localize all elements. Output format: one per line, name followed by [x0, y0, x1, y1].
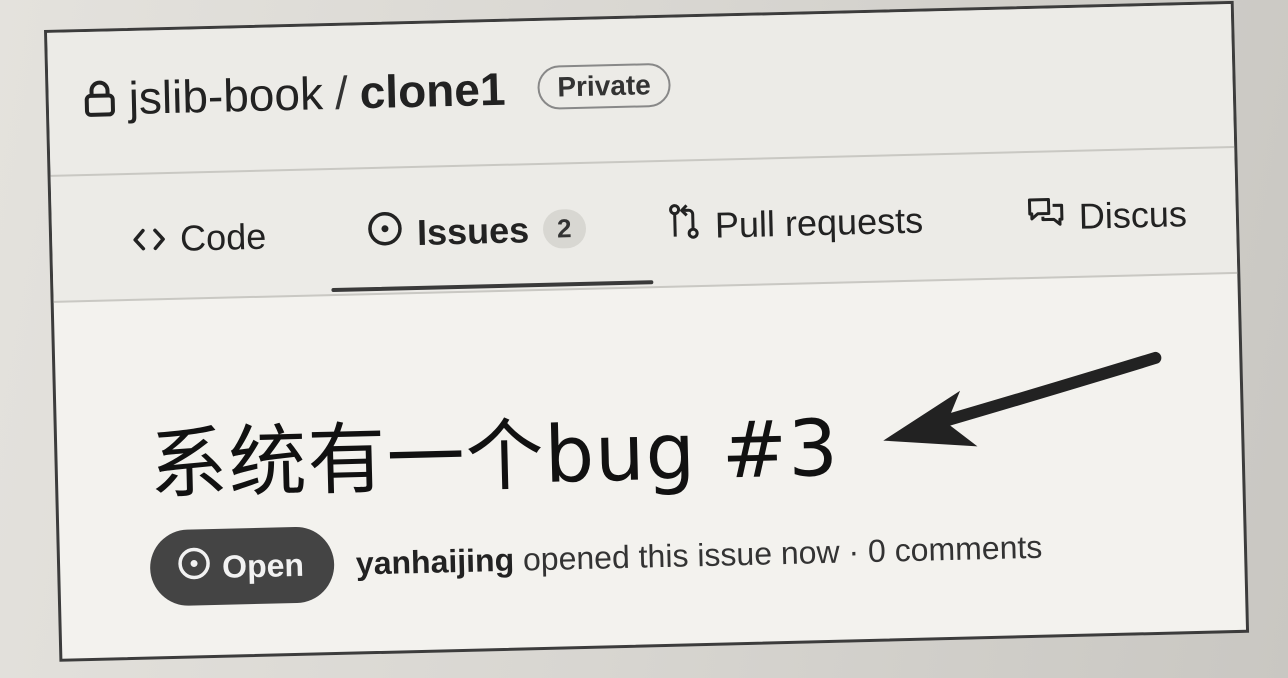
tab-discussions[interactable]: Discus: [1026, 182, 1188, 249]
issue-opened-info: yanhaijing opened this issue now · 0 com…: [355, 528, 1042, 582]
tab-issues[interactable]: Issues 2: [366, 194, 667, 266]
issue-title: 系统有一个bug #3: [148, 403, 840, 511]
visibility-badge: Private: [536, 62, 672, 110]
tab-issues-label: Issues: [416, 208, 530, 253]
repo-nav-tabs: Code Issues 2 Pull requests Discus: [131, 180, 1187, 273]
code-icon: [132, 218, 167, 261]
issue-open-icon: [176, 545, 213, 590]
issue-meta: Open yanhaijing opened this issue now · …: [149, 509, 1043, 607]
issues-count-badge: 2: [542, 208, 587, 249]
issue-opened-icon: [367, 210, 404, 256]
tab-code[interactable]: Code: [131, 203, 367, 271]
repo-name-link[interactable]: clone1: [359, 62, 506, 120]
header-divider: [50, 145, 1235, 177]
repo-owner-link[interactable]: jslib-book: [128, 66, 324, 125]
github-issue-panel: jslib-book / clone1 Private Code Issues …: [44, 0, 1250, 662]
issue-state-badge: Open: [149, 526, 335, 607]
tab-pull-requests[interactable]: Pull requests: [666, 184, 1028, 260]
tab-discussions-label: Discus: [1078, 192, 1188, 237]
repo-separator: /: [334, 66, 349, 119]
tab-code-label: Code: [179, 215, 267, 259]
discussions-icon: [1026, 195, 1065, 239]
issue-state-label: Open: [221, 546, 305, 585]
lock-icon: [82, 79, 117, 118]
issue-opened-text: opened this issue now · 0 comments: [522, 528, 1043, 577]
repo-title: jslib-book / clone1 Private: [82, 58, 672, 126]
tab-pull-requests-label: Pull requests: [714, 199, 924, 246]
annotation-arrow: [883, 351, 1162, 447]
issue-author-link[interactable]: yanhaijing: [355, 541, 514, 581]
repo-header: jslib-book / clone1 Private Code Issues …: [47, 3, 1238, 303]
git-pull-request-icon: [666, 202, 701, 250]
